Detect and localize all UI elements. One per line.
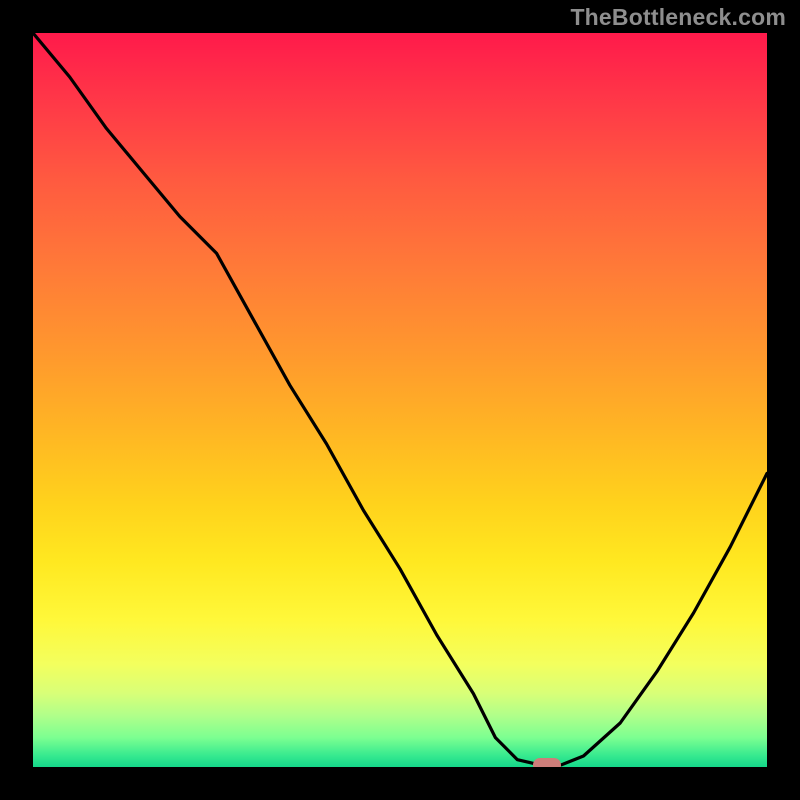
curve-path bbox=[33, 33, 767, 765]
bottleneck-curve bbox=[33, 33, 767, 767]
watermark-text: TheBottleneck.com bbox=[570, 4, 786, 31]
plot-area bbox=[33, 33, 767, 767]
optimal-marker bbox=[533, 758, 561, 767]
chart-frame: TheBottleneck.com bbox=[0, 0, 800, 800]
